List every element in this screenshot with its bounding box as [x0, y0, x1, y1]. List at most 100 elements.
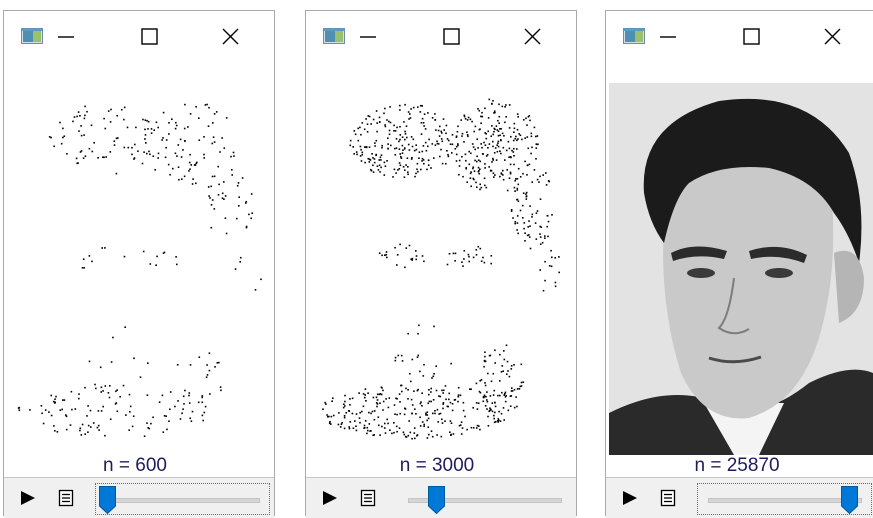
sample-dot	[384, 124, 386, 126]
sample-dot	[340, 423, 343, 425]
sample-dot	[330, 423, 332, 425]
sample-dot	[211, 175, 214, 178]
sample-dot	[225, 232, 228, 235]
sample-dot	[474, 148, 476, 151]
sample-dot	[434, 119, 437, 121]
sample-dot	[376, 165, 379, 167]
sample-slider[interactable]	[397, 483, 572, 515]
sample-dot	[133, 157, 136, 159]
sample-dot	[400, 155, 402, 158]
close-button[interactable]	[516, 24, 546, 50]
sample-dot	[135, 126, 137, 129]
sample-dot	[509, 405, 512, 407]
document-icon[interactable]	[658, 488, 678, 508]
play-icon[interactable]	[320, 488, 340, 508]
sample-dot	[483, 394, 486, 397]
sample-dot	[125, 414, 127, 416]
sample-dot	[514, 179, 516, 182]
sample-dot	[182, 408, 184, 410]
slider-track[interactable]	[708, 498, 862, 503]
sample-slider[interactable]	[95, 483, 270, 515]
sample-dot	[419, 104, 422, 107]
slider-thumb[interactable]	[99, 486, 116, 514]
maximize-button[interactable]	[736, 24, 766, 50]
sample-dot	[157, 126, 159, 129]
sample-dot	[79, 115, 81, 117]
sample-dot	[497, 119, 499, 122]
sample-dot	[508, 177, 511, 179]
sample-dot	[418, 324, 420, 327]
sample-dot	[129, 405, 132, 408]
sample-dot	[481, 115, 484, 118]
slider-thumb[interactable]	[427, 486, 445, 514]
title-bar[interactable]	[606, 11, 873, 61]
sample-dot	[502, 174, 504, 176]
sample-dot	[364, 394, 366, 396]
sample-dot	[481, 146, 483, 149]
sample-dot	[497, 145, 500, 148]
sample-dot	[63, 135, 66, 137]
sample-dot	[427, 112, 429, 114]
close-button[interactable]	[214, 24, 244, 50]
document-icon[interactable]	[56, 488, 76, 508]
sample-dot	[231, 174, 233, 176]
sample-dot	[396, 430, 398, 433]
title-bar[interactable]	[306, 11, 576, 61]
slider-track[interactable]	[106, 498, 260, 503]
minimize-button[interactable]	[356, 24, 386, 50]
sample-dot	[437, 143, 440, 145]
sample-dot	[434, 412, 436, 415]
sample-dot	[411, 437, 413, 440]
sample-dot	[54, 430, 56, 432]
sample-dot	[383, 112, 385, 115]
sample-dot	[558, 271, 560, 274]
sample-dot	[208, 195, 210, 197]
sample-dot	[379, 156, 382, 159]
sample-dot	[455, 160, 458, 162]
sample-dot	[201, 395, 204, 397]
sample-dot	[510, 365, 513, 367]
sample-dot	[499, 380, 501, 382]
sample-dot	[403, 413, 406, 416]
play-icon[interactable]	[18, 488, 38, 508]
sample-dot	[492, 157, 494, 160]
sample-dot	[447, 153, 449, 156]
sample-dot	[375, 396, 378, 399]
sample-dot	[433, 325, 435, 328]
close-button[interactable]	[816, 24, 846, 50]
sample-dot	[476, 424, 479, 427]
play-icon[interactable]	[620, 488, 640, 508]
sample-dot	[84, 386, 86, 389]
title-bar[interactable]	[4, 11, 274, 61]
sample-slider[interactable]	[697, 483, 872, 515]
sample-dot	[476, 155, 478, 158]
sample-dot	[209, 393, 211, 395]
sample-dot	[431, 143, 434, 145]
sample-dot	[184, 389, 186, 392]
sample-dot	[390, 144, 392, 147]
sample-dot	[254, 289, 257, 291]
sample-dot	[427, 145, 429, 148]
sample-dot	[517, 167, 520, 170]
sample-dot	[421, 255, 424, 257]
maximize-button[interactable]	[436, 24, 466, 50]
document-icon[interactable]	[358, 488, 378, 508]
sample-dot	[472, 146, 475, 148]
sample-dot	[519, 134, 522, 137]
maximize-button[interactable]	[134, 24, 164, 50]
sample-dot	[473, 130, 475, 133]
sample-dot	[102, 405, 104, 408]
sample-cluster-brow-r	[142, 250, 178, 266]
sample-dot	[402, 166, 405, 168]
sample-dot	[484, 405, 487, 407]
sample-dot	[100, 391, 102, 393]
slider-thumb[interactable]	[841, 486, 858, 514]
sample-dot	[451, 403, 454, 405]
sample-dot	[379, 402, 381, 404]
sample-dot	[86, 110, 88, 113]
minimize-button[interactable]	[54, 24, 84, 50]
sample-dot	[467, 135, 469, 138]
sample-dot	[84, 114, 86, 117]
minimize-button[interactable]	[656, 24, 686, 50]
sample-dot	[436, 408, 439, 411]
